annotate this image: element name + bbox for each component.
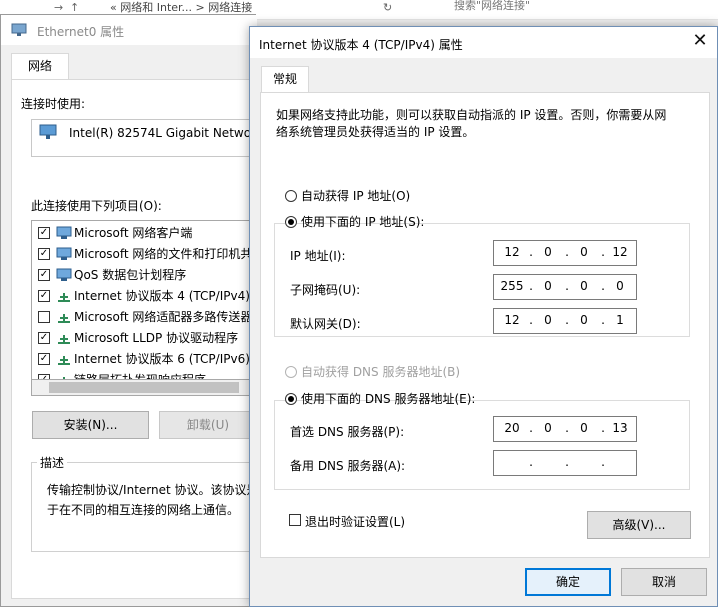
item-label: Microsoft 网络适配器多路传送器协议 — [74, 310, 257, 324]
radio-circle[interactable] — [285, 366, 297, 378]
search-placeholder: 搜索"网络连接" — [454, 0, 531, 12]
protocol-icon — [63, 377, 65, 379]
client-icon — [56, 226, 72, 239]
advanced-button[interactable]: 高级(V)... — [587, 511, 691, 539]
auto-ip-label: 自动获得 IP 地址(O) — [301, 189, 411, 203]
checkbox-box[interactable] — [289, 514, 301, 526]
ok-button[interactable]: 确定 — [525, 568, 611, 596]
manual-dns-radio[interactable]: 使用下面的 DNS 服务器地址(E): — [285, 391, 475, 409]
share-icon — [56, 247, 72, 260]
item-checkbox[interactable]: ✓ — [38, 290, 50, 302]
item-label: 链路层拓扑发现响应程序 — [74, 373, 207, 380]
dns-octet-2: 0 — [544, 421, 552, 435]
item-label: QoS 数据包计划程序 — [74, 268, 187, 282]
items-hscrollbar[interactable] — [31, 380, 257, 396]
item-checkbox[interactable] — [38, 311, 50, 323]
octet-separator: . — [529, 455, 533, 469]
item-checkbox[interactable]: ✓ — [38, 269, 50, 281]
item-label: Microsoft 网络的文件和打印机共享 — [74, 247, 257, 261]
item-checkbox[interactable]: ✓ — [38, 227, 50, 239]
close-icon[interactable]: ✕ — [688, 31, 712, 53]
ip-octet-1: 12 — [504, 245, 520, 259]
connect-using-label: 连接时使用: — [21, 97, 86, 111]
mask-octet-2: 0 — [544, 279, 552, 293]
preferred-dns-label: 首选 DNS 服务器(P): — [290, 425, 405, 439]
cancel-button[interactable]: 取消 — [621, 568, 707, 596]
item-checkbox[interactable]: ✓ — [38, 248, 50, 260]
dialog-titlebar: Internet 协议版本 4 (TCP/IPv4) 属性 ✕ — [250, 27, 717, 58]
adapter-name: Intel(R) 82574L Gigabit Network — [69, 126, 263, 140]
mask-octet-3: 0 — [580, 279, 588, 293]
tab-network[interactable]: 网络 — [11, 53, 69, 80]
gateway-octet-3: 0 — [580, 313, 588, 327]
alternate-dns-field[interactable]: . . . — [493, 450, 637, 476]
scrollbar-thumb[interactable] — [49, 382, 239, 393]
description-text: 传输控制协议/Internet 协议。该协议是 于在不同的相互连接的网络上通信。 — [47, 483, 257, 517]
item-checkbox[interactable]: ✓ — [38, 353, 50, 365]
protocol-icon — [58, 293, 70, 302]
preferred-dns-field[interactable]: 20 . 0 . 0 . 13 — [493, 416, 637, 442]
subnet-mask-label: 子网掩码(U): — [290, 283, 361, 297]
gateway-label: 默认网关(D): — [290, 317, 361, 331]
ipv4-properties-dialog: Internet 协议版本 4 (TCP/IPv4) 属性 ✕ 常规 如果网络支… — [249, 26, 718, 607]
subnet-mask-field[interactable]: 255 . 0 . 0 . 0 — [493, 274, 637, 300]
gateway-octet-2: 0 — [544, 313, 552, 327]
eth-titlebar: Ethernet0 属性 — [1, 15, 257, 45]
octet-separator: . — [601, 455, 605, 469]
ip-octet-3: 0 — [580, 245, 588, 259]
item-label: Internet 协议版本 4 (TCP/IPv4) — [74, 289, 250, 303]
radio-circle[interactable] — [285, 190, 297, 202]
protocol-icon — [58, 314, 70, 323]
manual-ip-label: 使用下面的 IP 地址(S): — [301, 215, 425, 229]
dns-octet-3: 0 — [580, 421, 588, 435]
ip-octet-4: 12 — [612, 245, 628, 259]
manual-dns-label: 使用下面的 DNS 服务器地址(E): — [301, 392, 476, 406]
item-label: Microsoft LLDP 协议驱动程序 — [74, 331, 239, 345]
alternate-dns-label: 备用 DNS 服务器(A): — [290, 459, 406, 473]
protocol-icon — [58, 356, 70, 365]
items-list[interactable]: ✓ Microsoft 网络客户端 ✓ Microsoft 网络的文件和打印机共… — [31, 220, 257, 380]
manual-ip-radio[interactable]: 使用下面的 IP 地址(S): — [285, 214, 424, 232]
uninstall-button[interactable]: 卸载(U) — [159, 411, 257, 439]
dns-group-box — [274, 400, 690, 490]
radio-circle[interactable] — [285, 216, 297, 228]
gateway-field[interactable]: 12 . 0 . 0 . 1 — [493, 308, 637, 334]
network-adapter-icon — [11, 23, 27, 36]
network-card-icon — [39, 124, 57, 139]
ip-address-field[interactable]: 12 . 0 . 0 . 12 — [493, 240, 637, 266]
ip-address-label: IP 地址(I): — [290, 249, 346, 263]
dns-octet-1: 20 — [504, 421, 520, 435]
gateway-octet-1: 12 — [504, 313, 520, 327]
auto-dns-label: 自动获得 DNS 服务器地址(B) — [301, 365, 461, 379]
explorer-search-input[interactable]: 搜索"网络连接" — [424, 0, 718, 18]
eth-window-title: Ethernet0 属性 — [37, 25, 125, 39]
install-button[interactable]: 安装(N)... — [32, 411, 149, 439]
description-label: 描述 — [37, 454, 68, 471]
dns-octet-4: 13 — [612, 421, 628, 435]
dialog-title: Internet 协议版本 4 (TCP/IPv4) 属性 — [259, 38, 463, 52]
ip-octet-2: 0 — [544, 245, 552, 259]
mask-octet-4: 0 — [616, 279, 624, 293]
radio-circle[interactable] — [285, 393, 297, 405]
protocol-icon — [58, 335, 70, 344]
items-label: 此连接使用下列项目(O): — [31, 199, 162, 213]
mask-octet-1: 255 — [500, 279, 524, 293]
item-label: Internet 协议版本 6 (TCP/IPv6) — [74, 352, 250, 366]
refresh-icon[interactable]: ↻ — [383, 0, 392, 18]
qos-icon — [56, 268, 72, 281]
item-label: Microsoft 网络客户端 — [74, 226, 193, 240]
tab-general[interactable]: 常规 — [261, 66, 309, 93]
item-checkbox[interactable]: ✓ — [38, 332, 50, 344]
octet-separator: . — [565, 455, 569, 469]
ethernet-properties-window: Ethernet0 属性 网络 连接时使用: Intel(R) 82574L G… — [0, 14, 263, 607]
validate-label: 退出时验证设置(L) — [305, 515, 406, 529]
intro-text: 如果网络支持此功能，则可以获取自动指派的 IP 设置。否则，你需要从网 络系统管… — [276, 108, 667, 139]
gateway-octet-4: 1 — [616, 313, 624, 327]
